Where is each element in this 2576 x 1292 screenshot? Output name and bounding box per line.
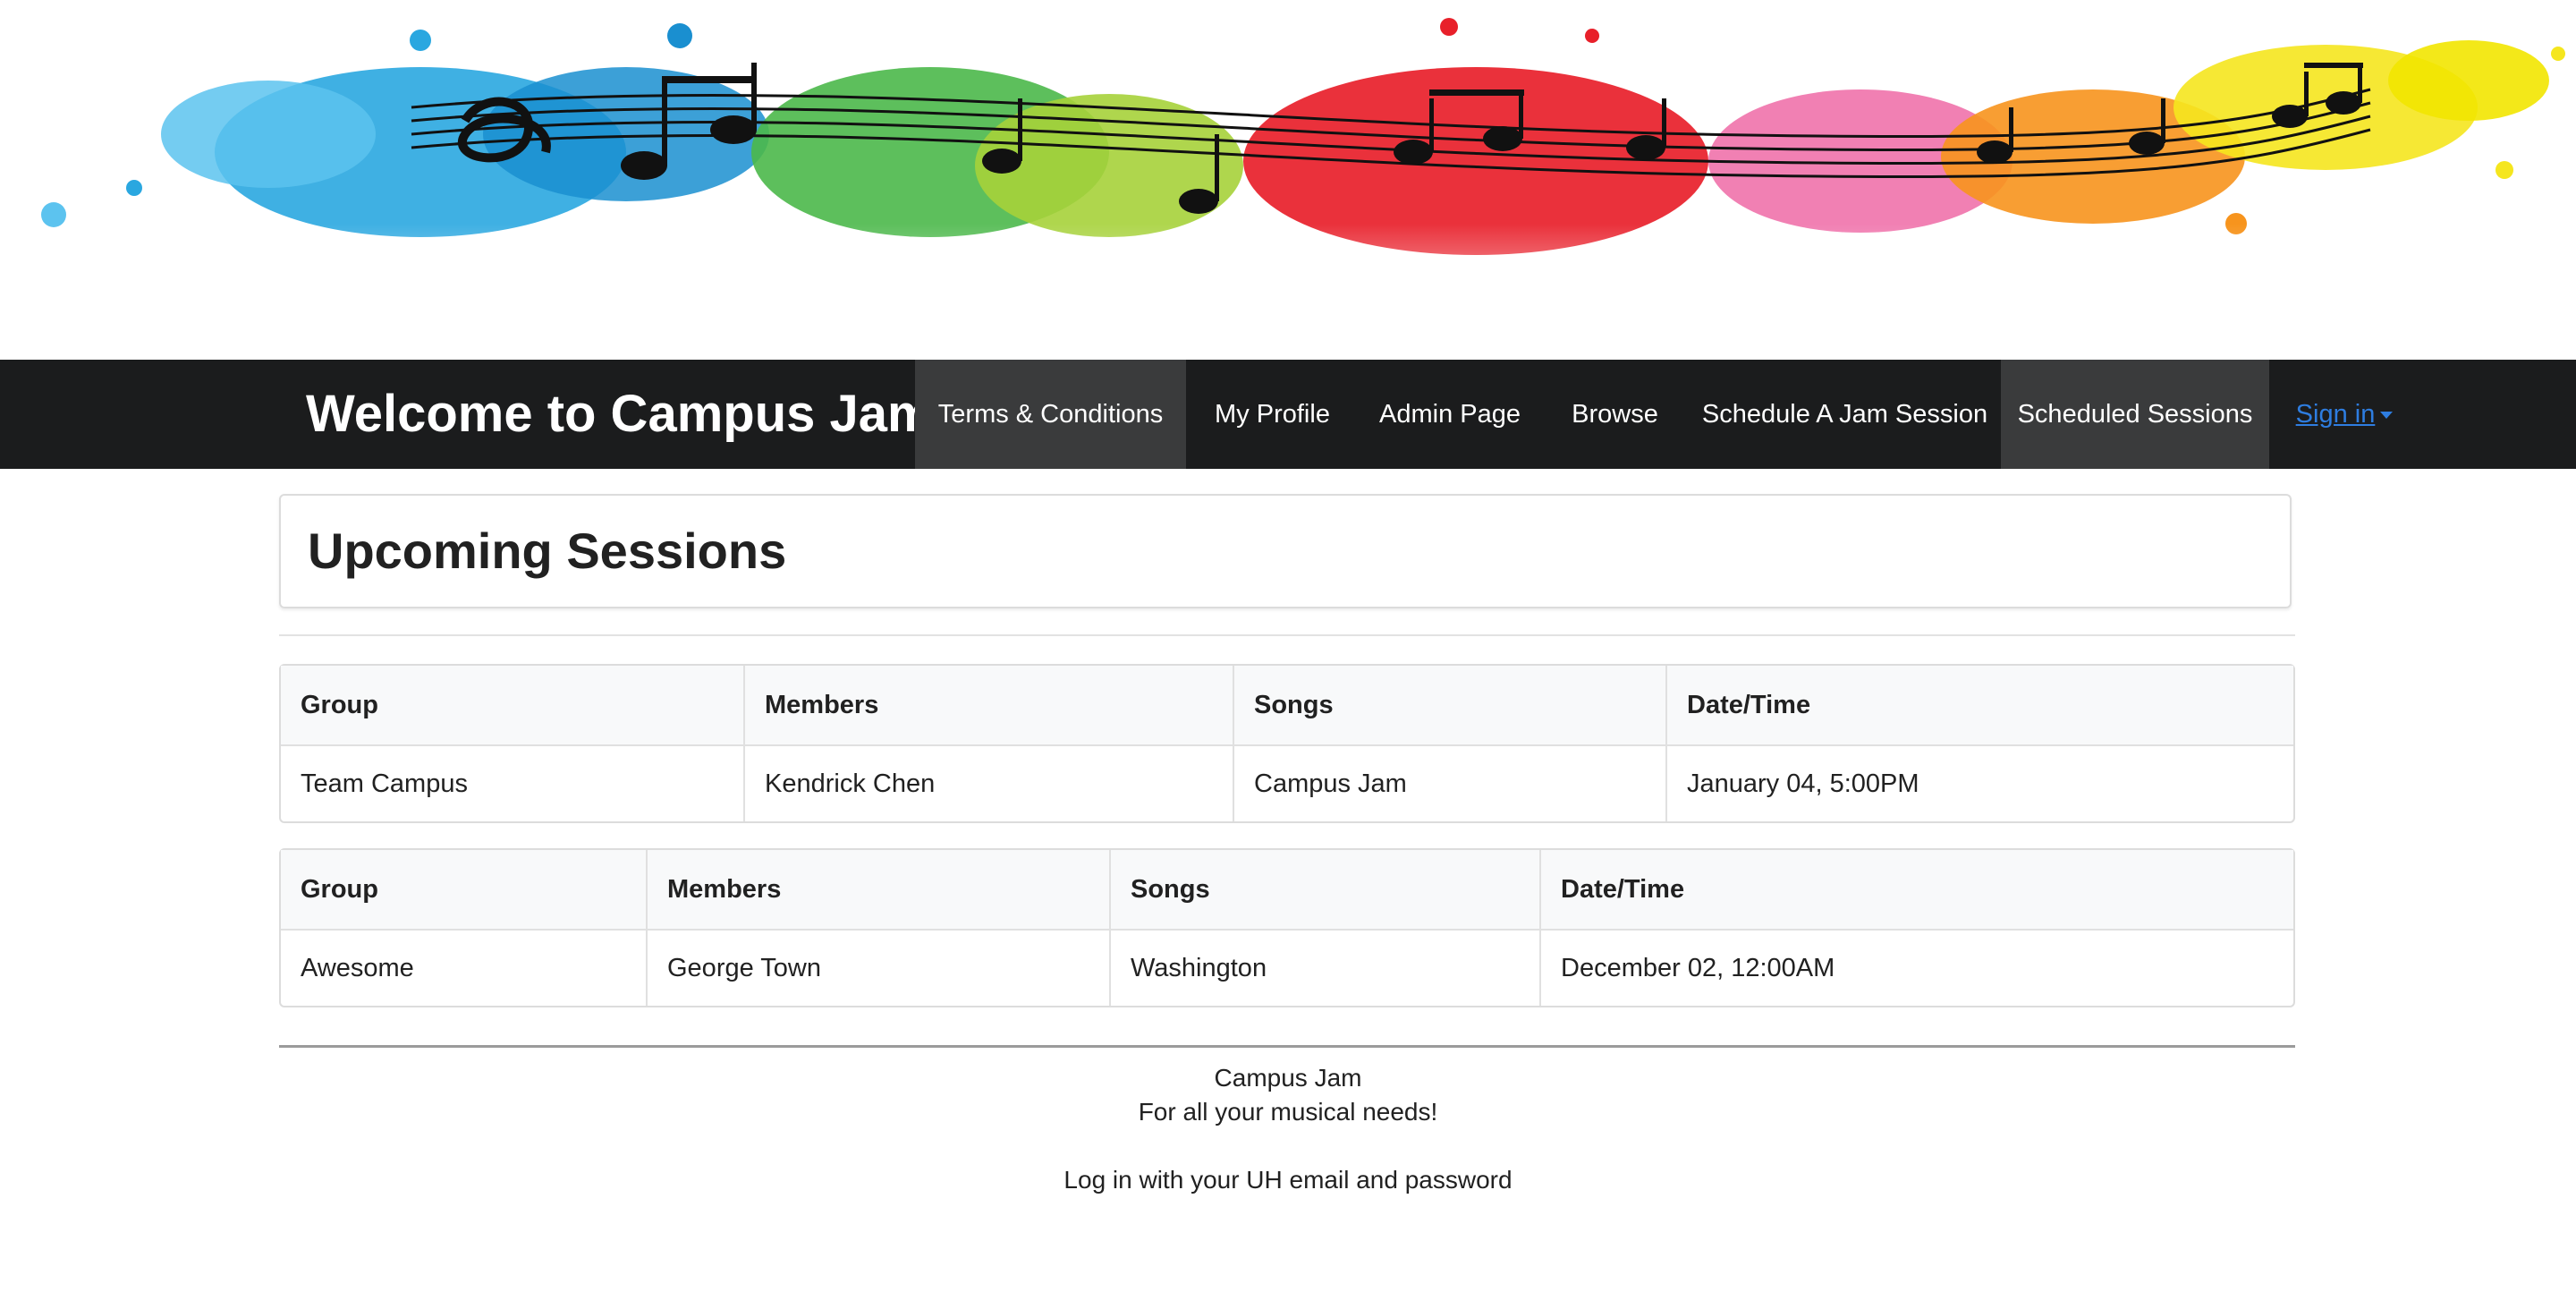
nav-my-profile[interactable]: My Profile: [1186, 360, 1359, 469]
column-header-datetime: Date/Time: [1667, 666, 2293, 746]
column-header-group: Group: [281, 666, 745, 746]
footer-divider: [279, 1045, 2295, 1048]
column-header-songs: Songs: [1111, 850, 1541, 931]
column-header-members: Members: [648, 850, 1111, 931]
caret-down-icon: [2380, 412, 2394, 420]
table-row: Awesome George Town Washington December …: [281, 931, 2293, 1006]
nav-browse[interactable]: Browse: [1541, 360, 1689, 469]
site-brand-title[interactable]: Welcome to Campus Jam!: [306, 360, 951, 469]
page-footer: Campus Jam For all your musical needs! L…: [0, 1061, 2576, 1197]
nav-scheduled-sessions[interactable]: Scheduled Sessions: [2001, 360, 2269, 469]
footer-site-name: Campus Jam: [1214, 1064, 1362, 1092]
top-navbar: Welcome to Campus Jam! Terms & Condition…: [0, 360, 2576, 469]
paint-splash-music-notes-image: [0, 18, 2576, 360]
nav-admin-page[interactable]: Admin Page: [1359, 360, 1541, 469]
footer-login-hint: Log in with your UH email and password: [1063, 1166, 1513, 1194]
column-header-songs: Songs: [1234, 666, 1667, 746]
footer-spacer: [0, 1129, 2576, 1163]
session-table: Group Members Songs Date/Time Team Campu…: [279, 664, 2295, 823]
nav-schedule-jam-session[interactable]: Schedule A Jam Session: [1689, 360, 2001, 469]
table-header-row: Group Members Songs Date/Time: [281, 666, 2293, 746]
cell-songs: Washington: [1111, 931, 1541, 1006]
column-header-datetime: Date/Time: [1541, 850, 2293, 931]
cell-songs: Campus Jam: [1234, 746, 1667, 821]
cell-members: George Town: [648, 931, 1111, 1006]
table-row: Team Campus Kendrick Chen Campus Jam Jan…: [281, 746, 2293, 821]
section-divider: [279, 634, 2295, 636]
cell-datetime: December 02, 12:00AM: [1561, 953, 1835, 982]
column-header-group: Group: [281, 850, 648, 931]
column-header-members: Members: [745, 666, 1234, 746]
page-title: Upcoming Sessions: [308, 523, 787, 579]
footer-tagline: For all your musical needs!: [1138, 1098, 1438, 1126]
session-table: Group Members Songs Date/Time Awesome Ge…: [279, 848, 2295, 1007]
cell-group: Awesome: [281, 931, 648, 1006]
cell-members: Kendrick Chen: [745, 746, 1234, 821]
sign-in-dropdown[interactable]: Sign in: [2269, 360, 2419, 469]
cell-datetime: January 04, 5:00PM: [1687, 769, 1919, 798]
page-title-segment: Upcoming Sessions: [279, 494, 2292, 608]
table-header-row: Group Members Songs Date/Time: [281, 850, 2293, 931]
header-banner-image: [0, 0, 2576, 360]
cell-group: Team Campus: [281, 746, 745, 821]
sign-in-label: Sign in: [2295, 400, 2376, 429]
nav-terms-conditions[interactable]: Terms & Conditions: [915, 360, 1186, 469]
